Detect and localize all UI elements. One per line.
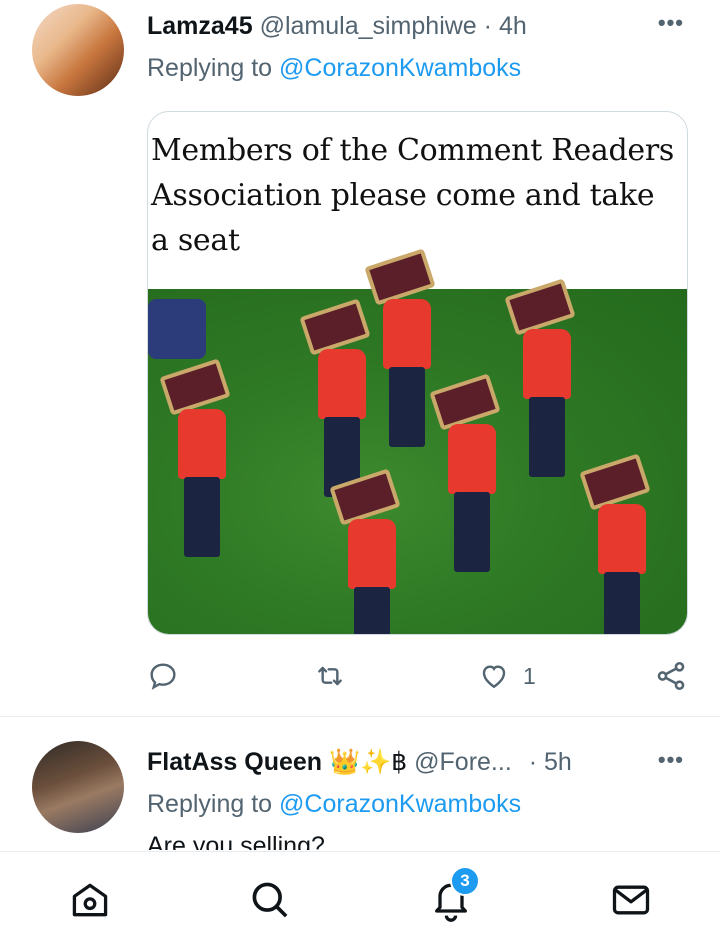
reply-button[interactable] (147, 656, 179, 696)
display-name[interactable]: FlatAss Queen (147, 748, 322, 776)
handle[interactable]: @lamula_simphiwe (260, 12, 477, 40)
mail-icon (612, 885, 650, 915)
more-options-icon[interactable]: ••• (658, 10, 684, 36)
retweet-button[interactable] (313, 656, 347, 696)
name-emoji: 👑✨฿ (329, 748, 408, 776)
timestamp[interactable]: 5h (544, 748, 572, 776)
notifications-badge: 3 (450, 866, 480, 896)
tweet-actions: 1 (0, 656, 720, 696)
meme-caption: Members of the Comment Readers Associati… (151, 133, 675, 258)
nav-search[interactable] (246, 876, 294, 924)
replying-to: Replying to @CorazonKwamboks (147, 54, 521, 83)
retweet-icon (318, 666, 342, 686)
search-icon (252, 882, 288, 918)
reply-icon (150, 663, 176, 690)
replying-to: Replying to @CorazonKwamboks (147, 790, 521, 819)
meme-photo (148, 248, 687, 634)
separator: · (483, 12, 492, 40)
replying-prefix: Replying to (147, 54, 273, 82)
handle[interactable]: @Fore... (414, 748, 512, 776)
nav-home[interactable] (66, 876, 114, 924)
bottom-navigation (0, 851, 720, 929)
separator: · (528, 748, 538, 776)
tweet[interactable]: Lamza45 @lamula_simphiwe · 4h ••• Replyi… (0, 0, 720, 716)
share-icon (657, 661, 685, 691)
home-icon (72, 883, 108, 917)
share-button[interactable] (654, 656, 688, 696)
avatar[interactable] (32, 4, 124, 96)
kit-bag (148, 299, 206, 359)
like-count: 1 (523, 662, 536, 689)
replying-to-handle[interactable]: @CorazonKwamboks (279, 54, 521, 82)
tweet-text: Are you selling? (147, 832, 325, 850)
display-name[interactable]: Lamza45 (147, 12, 253, 40)
tweet-header: FlatAss Queen 👑✨฿ @Fore... · 5h (147, 747, 572, 777)
more-options-icon[interactable]: ••• (658, 747, 684, 773)
tweet-media[interactable]: Members of the Comment Readers Associati… (147, 111, 688, 635)
tweet[interactable]: FlatAss Queen 👑✨฿ @Fore... · 5h ••• Repl… (0, 717, 720, 850)
replying-to-handle[interactable]: @CorazonKwamboks (279, 790, 521, 818)
nav-messages[interactable] (607, 876, 655, 924)
replying-prefix: Replying to (147, 790, 273, 818)
timestamp[interactable]: 4h (499, 12, 527, 40)
avatar[interactable] (32, 741, 124, 833)
tweet-header: Lamza45 @lamula_simphiwe · 4h (147, 12, 527, 41)
heart-icon (482, 665, 506, 689)
like-button[interactable]: 1 (477, 656, 536, 696)
